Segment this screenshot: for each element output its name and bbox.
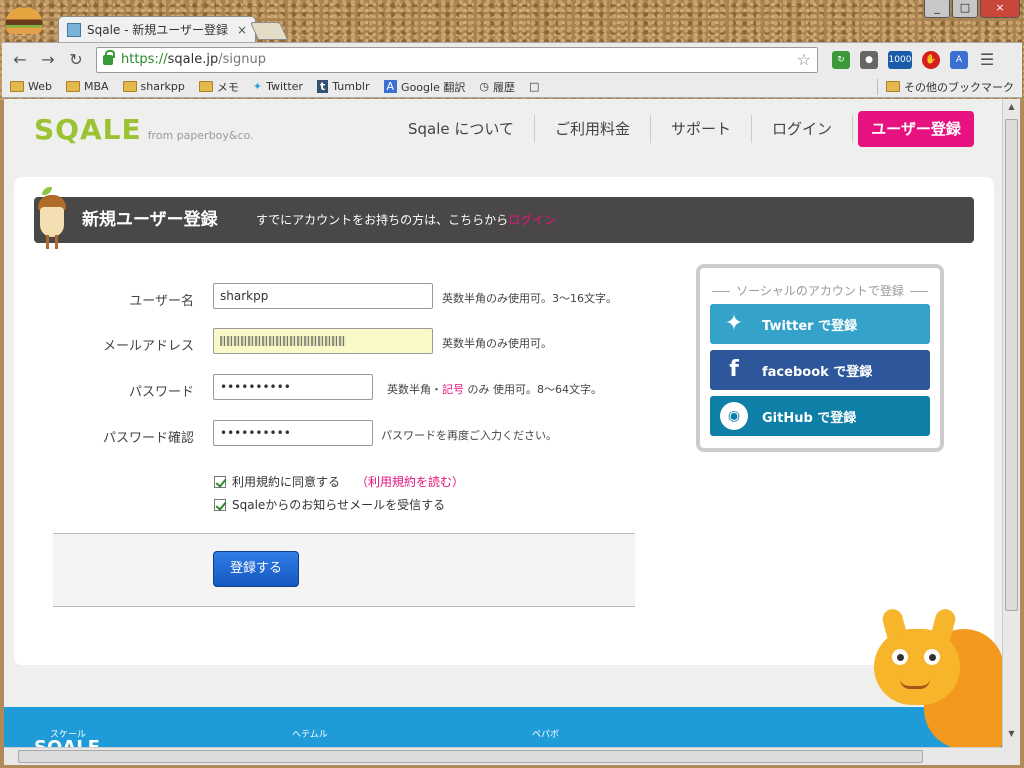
address-bar[interactable]: https://sqale.jp/signup ☆ bbox=[96, 46, 818, 73]
bookmark-google-translate[interactable]: A Google 翻訳 bbox=[383, 79, 465, 95]
minimize-button[interactable]: _ bbox=[924, 0, 950, 18]
bookmark-star-icon[interactable]: ☆ bbox=[797, 50, 811, 69]
folder-icon bbox=[886, 81, 900, 92]
nav-about[interactable]: Sqale について bbox=[388, 115, 535, 143]
twitter-bird-icon: ✦ bbox=[724, 311, 744, 336]
extension-stop-icon[interactable]: ✋ bbox=[922, 50, 940, 69]
tab-close-icon[interactable]: × bbox=[237, 23, 247, 37]
extension-translate-icon[interactable]: A bbox=[950, 50, 968, 69]
social-caption: ソーシャルのアカウントで登録 bbox=[700, 282, 940, 299]
favicon-icon bbox=[67, 22, 81, 37]
newsletter-checkbox[interactable] bbox=[214, 498, 226, 511]
password-input[interactable]: •••••••••• bbox=[213, 374, 373, 400]
submit-area: 登録する bbox=[53, 533, 635, 607]
folder-icon bbox=[65, 81, 80, 92]
vertical-scroll-thumb[interactable] bbox=[1005, 119, 1018, 611]
horizontal-scrollbar[interactable] bbox=[4, 747, 1002, 765]
scroll-down-icon[interactable]: ▼ bbox=[1005, 729, 1018, 742]
nav-pricing[interactable]: ご利用料金 bbox=[535, 115, 651, 143]
extension-icons: ↻ ● 1000 ✋ A ☰ bbox=[832, 50, 996, 69]
browser-toolbar: ← → ↻ https://sqale.jp/signup ☆ ↻ ● 1000… bbox=[2, 42, 1022, 76]
other-bookmarks[interactable]: その他のブックマーク bbox=[877, 78, 1014, 95]
page-icon: □ bbox=[528, 80, 540, 93]
page-title: 新規ユーザー登録 bbox=[82, 210, 218, 230]
password-hint: 英数半角・記号 のみ 使用可。8〜64文字。 bbox=[387, 383, 602, 396]
maximize-button[interactable]: □ bbox=[952, 0, 978, 18]
sqale-logo[interactable]: SQALE from paperboy&co. bbox=[34, 113, 254, 146]
login-prompt: すでにアカウントをお持ちの方は、こちらからログイン bbox=[256, 213, 557, 227]
email-hint: 英数半角のみ使用可。 bbox=[442, 337, 552, 350]
bookmark-tumblr[interactable]: t Tumblr bbox=[316, 80, 370, 93]
email-input[interactable] bbox=[213, 328, 433, 354]
bookmark-memo[interactable]: メモ bbox=[198, 79, 239, 95]
vertical-scrollbar[interactable]: ▲ ▼ bbox=[1002, 99, 1020, 747]
register-submit-button[interactable]: 登録する bbox=[213, 551, 299, 587]
bookmark-sharkpp[interactable]: sharkpp bbox=[122, 80, 185, 93]
bookmark-page[interactable]: □ bbox=[529, 80, 539, 93]
horizontal-scroll-thumb[interactable] bbox=[18, 750, 923, 763]
bookmarks-bar: Web MBA sharkpp メモ ✦ Twitter t Tumblr A Goo… bbox=[2, 76, 1022, 98]
login-link[interactable]: ログイン bbox=[508, 213, 556, 227]
signup-title-bar: 新規ユーザー登録 すでにアカウントをお持ちの方は、こちらからログイン bbox=[34, 197, 974, 243]
back-arrow-icon[interactable]: ← bbox=[8, 48, 32, 72]
extension-glasses-icon[interactable]: ● bbox=[860, 50, 878, 69]
username-hint: 英数半角のみ使用可。3〜16文字。 bbox=[442, 292, 617, 305]
password-confirm-input[interactable]: •••••••••• bbox=[213, 420, 373, 446]
acorn-mascot-icon bbox=[36, 185, 68, 251]
github-signup-button[interactable]: ◉ GitHub で登録 bbox=[710, 396, 930, 436]
email-label: メールアドレス bbox=[102, 339, 194, 354]
bookmark-history[interactable]: ◷ 履歴 bbox=[479, 79, 515, 95]
nav-support[interactable]: サポート bbox=[651, 115, 752, 143]
bookmark-twitter[interactable]: ✦ Twitter bbox=[253, 80, 303, 93]
username-input[interactable]: sharkpp bbox=[213, 283, 433, 309]
terms-checkbox[interactable] bbox=[214, 475, 226, 488]
password-label: パスワード bbox=[128, 385, 194, 400]
twitter-icon: ✦ bbox=[252, 80, 263, 93]
username-label: ユーザー名 bbox=[129, 294, 194, 309]
web-page: SQALE from paperboy&co. Sqale について ご利用料金… bbox=[4, 99, 1002, 747]
browser-tab-active[interactable]: Sqale - 新規ユーザー登録 × bbox=[58, 16, 256, 42]
github-octocat-icon: ◉ bbox=[720, 402, 748, 430]
reload-icon[interactable]: ↻ bbox=[64, 48, 88, 72]
scroll-up-icon[interactable]: ▲ bbox=[1005, 102, 1018, 115]
header-signup-button[interactable]: ユーザー登録 bbox=[858, 111, 974, 147]
global-nav: Sqale について ご利用料金 サポート ログイン bbox=[388, 115, 853, 143]
bookmark-mba[interactable]: MBA bbox=[65, 80, 109, 93]
browser-profile-icon bbox=[6, 8, 42, 34]
twitter-signup-button[interactable]: ✦ Twitter で登録 bbox=[710, 304, 930, 344]
tab-title: Sqale - 新規ユーザー登録 bbox=[87, 23, 229, 37]
terms-checkbox-row: 利用規約に同意する （利用規約を読む） bbox=[214, 473, 464, 490]
translate-icon: A bbox=[383, 80, 398, 93]
tumblr-icon: t bbox=[316, 80, 329, 93]
forward-arrow-icon[interactable]: → bbox=[36, 48, 60, 72]
password-confirm-hint: パスワードを再度ご入力ください。 bbox=[381, 429, 557, 442]
extension-rss-icon[interactable]: 1000 bbox=[888, 50, 912, 69]
signup-card: 新規ユーザー登録 すでにアカウントをお持ちの方は、こちらからログイン ユーザー名… bbox=[14, 177, 994, 665]
folder-icon bbox=[10, 81, 24, 92]
email-obscured bbox=[220, 336, 346, 346]
terms-link[interactable]: （利用規約を読む） bbox=[356, 473, 464, 490]
social-signup-panel: ソーシャルのアカウントで登録 ✦ Twitter で登録 f facebook … bbox=[696, 264, 944, 452]
newsletter-checkbox-row: Sqaleからのお知らせメールを受信する bbox=[214, 496, 445, 513]
extension-reload-icon[interactable]: ↻ bbox=[832, 50, 850, 69]
close-window-button[interactable]: × bbox=[980, 0, 1020, 18]
facebook-signup-button[interactable]: f facebook で登録 bbox=[710, 350, 930, 390]
symbol-link[interactable]: 記号 bbox=[442, 383, 464, 396]
history-icon: ◷ bbox=[479, 80, 489, 93]
bookmark-web[interactable]: Web bbox=[10, 80, 52, 93]
folder-icon bbox=[198, 81, 213, 92]
password-confirm-label: パスワード確認 bbox=[102, 431, 194, 446]
scroll-corner bbox=[1002, 747, 1020, 765]
menu-icon[interactable]: ☰ bbox=[978, 50, 996, 69]
nav-login[interactable]: ログイン bbox=[752, 115, 853, 143]
window-controls: _ □ × bbox=[924, 0, 1020, 18]
lock-icon bbox=[103, 49, 115, 65]
url-text[interactable]: https://sqale.jp/signup bbox=[121, 52, 797, 67]
footer-sqale-logo[interactable]: SQALE bbox=[34, 737, 100, 747]
facebook-icon: f bbox=[729, 357, 739, 382]
folder-icon bbox=[122, 81, 137, 92]
squirrel-mascot-icon bbox=[854, 606, 1002, 747]
footer-band: スケール ヘテムル ペパボ SQALE bbox=[4, 707, 1002, 747]
